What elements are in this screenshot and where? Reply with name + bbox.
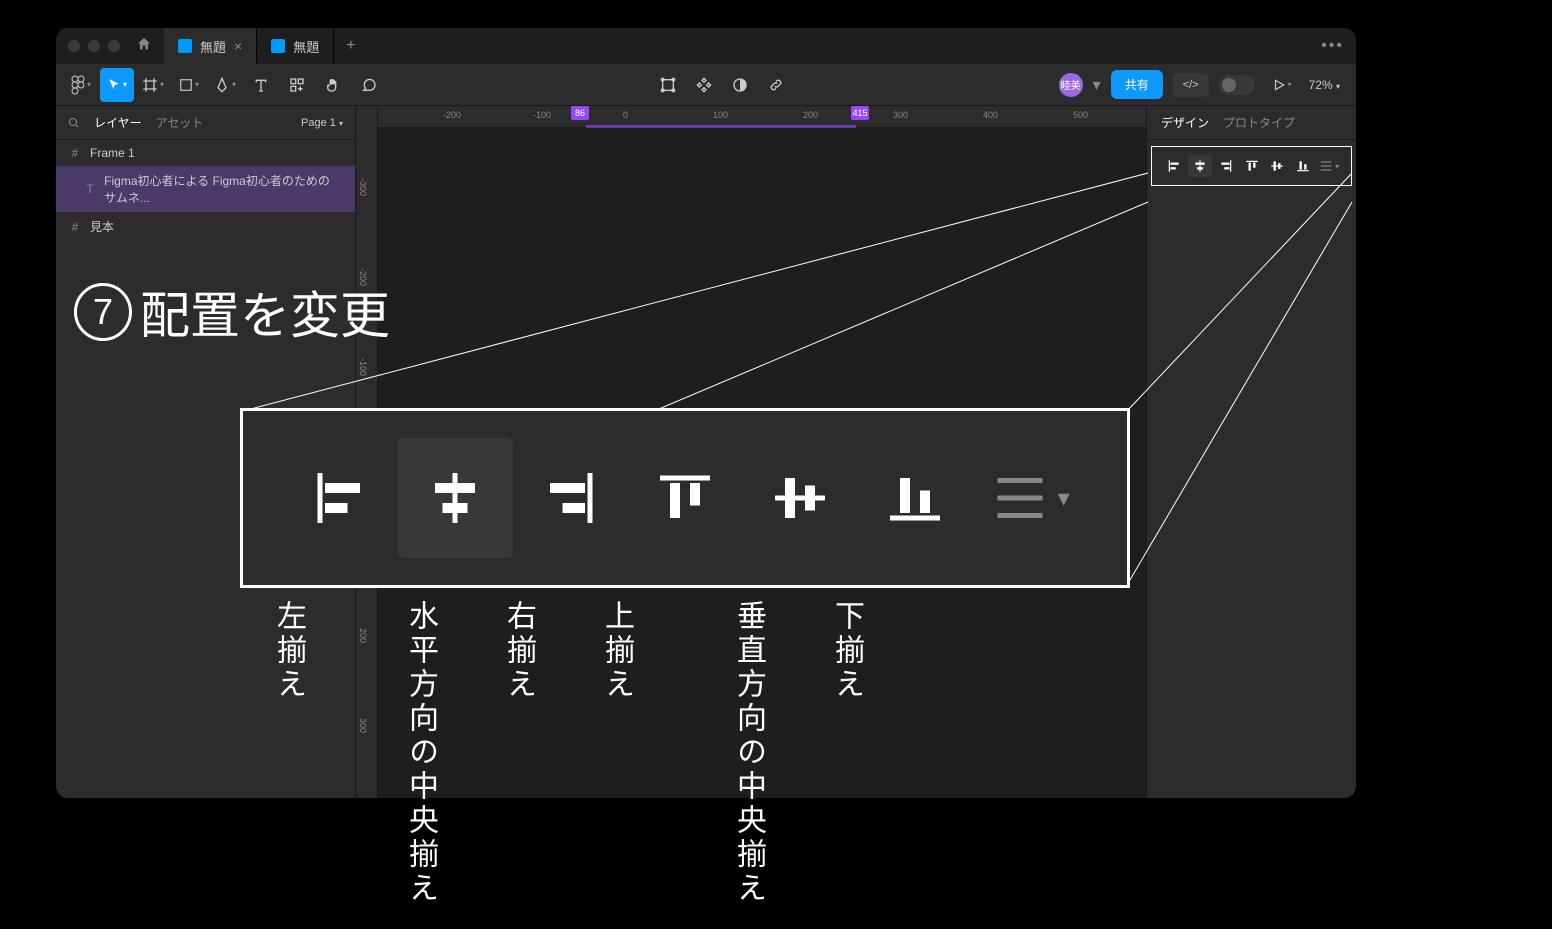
search-icon[interactable]: [68, 117, 80, 129]
distribute-button-large: ▾: [972, 438, 1087, 558]
selection-left-marker: 86: [571, 106, 589, 120]
tab-1[interactable]: 無題 ×: [164, 28, 257, 64]
assets-tab[interactable]: アセット: [156, 114, 204, 131]
max-dot[interactable]: [108, 40, 120, 52]
align-label: 上揃え: [608, 600, 638, 906]
shape-tool-icon[interactable]: ▾: [172, 68, 206, 102]
align-top-button[interactable]: [1240, 155, 1264, 177]
link-icon[interactable]: [759, 68, 793, 102]
tab-label: 無題: [200, 37, 226, 56]
align-v-center-button-large: [742, 438, 857, 558]
zoom-level[interactable]: 72% ▾: [1301, 78, 1348, 92]
ruler-tick: -200: [443, 110, 461, 120]
share-button[interactable]: 共有: [1111, 70, 1163, 99]
align-right-button-large: [513, 438, 628, 558]
text-tool-icon[interactable]: [244, 68, 278, 102]
min-dot[interactable]: [88, 40, 100, 52]
layer-type-icon: #: [68, 220, 82, 234]
frame-tool-icon[interactable]: ▾: [136, 68, 170, 102]
layers-tab[interactable]: レイヤー: [94, 114, 142, 131]
align-h-center-button-large: [398, 438, 513, 558]
avatar[interactable]: 睦美: [1059, 73, 1083, 97]
tab-close-icon[interactable]: ×: [234, 38, 242, 54]
ruler-tick: 0: [623, 110, 628, 120]
menu-dots-icon[interactable]: •••: [1321, 37, 1344, 55]
component-icon[interactable]: [687, 68, 721, 102]
step-number: 7: [74, 283, 132, 341]
comment-tool-icon[interactable]: [352, 68, 386, 102]
move-tool-icon[interactable]: ▾: [100, 68, 134, 102]
ruler-tick: 400: [983, 110, 998, 120]
hand-tool-icon[interactable]: [316, 68, 350, 102]
align-label: 左揃え: [280, 600, 310, 906]
page-select[interactable]: Page 1 ▾: [301, 117, 343, 129]
align-h-center-button[interactable]: [1188, 155, 1212, 177]
align-left-button-large: [283, 438, 398, 558]
dev-toggle[interactable]: [1219, 75, 1255, 95]
selection-range-bar: [586, 125, 856, 128]
ruler-tick: -100: [358, 358, 368, 376]
align-bottom-button[interactable]: [1291, 155, 1315, 177]
align-top-button-large: [628, 438, 743, 558]
home-icon[interactable]: [136, 36, 152, 57]
tab-label: 無題: [293, 37, 319, 56]
distribute-button[interactable]: ▾: [1317, 155, 1341, 177]
align-zoom-panel: ▾: [240, 408, 1130, 588]
align-label: 水平方向の中央揃え: [378, 600, 442, 906]
ruler-tick: -300: [358, 178, 368, 196]
align-v-center-button[interactable]: [1265, 155, 1289, 177]
layer-type-icon: #: [68, 146, 82, 160]
align-label: 下揃え: [838, 600, 868, 906]
selection-right-marker: 415: [851, 106, 869, 120]
align-label: 垂直方向の中央揃え: [706, 600, 770, 906]
layer-type-icon: T: [84, 182, 96, 196]
align-label: 右揃え: [510, 600, 540, 906]
annotation-title: 7 配置を変更: [74, 276, 390, 348]
align-left-button[interactable]: [1162, 155, 1186, 177]
align-labels-row: 左揃え 水平方向の中央揃え 右揃え 上揃え 垂直方向の中央揃え 下揃え: [280, 600, 868, 906]
layer-row[interactable]: # 見本: [56, 212, 355, 241]
align-panel: ▾: [1151, 146, 1352, 186]
layer-row[interactable]: # Frame 1: [56, 140, 355, 166]
pen-tool-icon[interactable]: ▾: [208, 68, 242, 102]
tab-add-button[interactable]: +: [334, 37, 367, 55]
window-controls[interactable]: [68, 40, 120, 52]
toolbar: ▾ ▾ ▾ ▾ ▾: [56, 64, 1356, 106]
ruler-tick: 500: [1073, 110, 1088, 120]
ruler-tick: 200: [803, 110, 818, 120]
align-right-button[interactable]: [1214, 155, 1238, 177]
ruler-tick: 300: [893, 110, 908, 120]
ruler-horizontal: -200-100010020030040050060070080086415: [356, 106, 1146, 128]
align-bottom-button-large: [857, 438, 972, 558]
edit-object-icon[interactable]: [651, 68, 685, 102]
layer-name: Frame 1: [90, 146, 135, 160]
design-tab[interactable]: デザイン: [1161, 114, 1209, 131]
figma-menu-icon[interactable]: ▾: [64, 68, 98, 102]
prototype-tab[interactable]: プロトタイプ: [1223, 114, 1295, 131]
ruler-tick: 100: [713, 110, 728, 120]
dev-mode-button[interactable]: </>: [1173, 73, 1209, 97]
present-icon[interactable]: ▾: [1265, 68, 1299, 102]
titlebar: 無題 × 無題 + •••: [56, 28, 1356, 64]
resources-icon[interactable]: [280, 68, 314, 102]
ruler-tick: -100: [533, 110, 551, 120]
figma-file-icon: [271, 39, 285, 53]
layer-name: 見本: [90, 218, 114, 235]
tab-2[interactable]: 無題: [257, 28, 334, 64]
close-dot[interactable]: [68, 40, 80, 52]
figma-file-icon: [178, 39, 192, 53]
right-panel: デザイン プロトタイプ ▾: [1146, 106, 1356, 798]
layer-row[interactable]: T Figma初心者による Figma初心者のための サムネ...: [56, 166, 355, 212]
mask-icon[interactable]: [723, 68, 757, 102]
layer-name: Figma初心者による Figma初心者のための サムネ...: [104, 172, 343, 206]
